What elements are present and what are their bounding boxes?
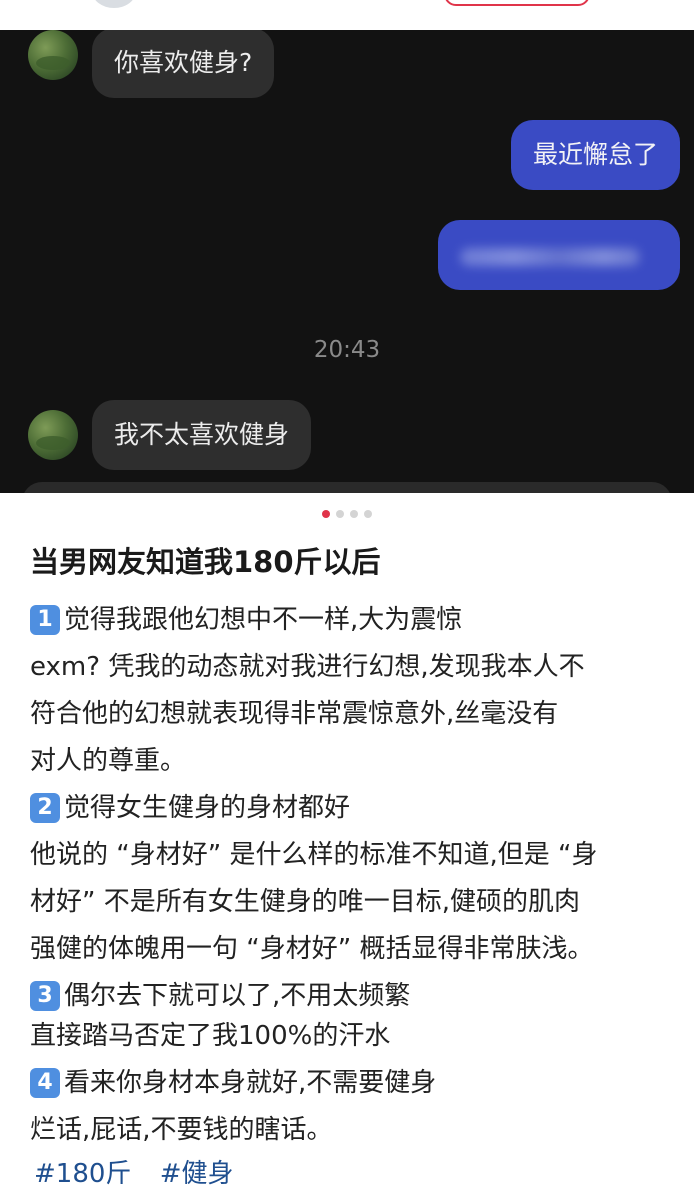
cropped-message-bubble [22,482,672,493]
chat-timestamp: 20:43 [313,337,381,363]
outgoing-message-bubble: 最近懈怠了 [510,120,680,190]
number-badge-icon: 4 [30,1068,60,1098]
point-heading-text: 看来你身材本身就好,不需要健身 [64,1068,437,1098]
incoming-message-bubble: 我不太喜欢健身 [92,400,312,470]
body-line: 他说的 “身材好” 是什么样的标准不知道,但是 “身 [30,840,598,870]
hashtag-link[interactable]: #健身 [160,1159,234,1189]
message-text: 你喜欢健身? [114,48,253,77]
hashtag-row: #180斤 #健身 [34,1154,253,1194]
point-heading: 2 觉得女生健身的身材都好 [30,788,350,828]
body-line: 符合他的幻想就表现得非常震惊意外,丝毫没有 [30,699,559,729]
contact-avatar [28,410,78,460]
post-page: 你喜欢健身? 最近懈怠了 20:43 我不太喜欢健身 当男网友知道我180斤以后… [0,0,694,1196]
carousel-indicator [0,510,694,518]
carousel-dot[interactable] [336,510,344,518]
number-badge-icon: 1 [30,605,60,635]
body-line: exm? 凭我的动态就对我进行幻想,发现我本人不 [30,652,585,682]
post-title: 当男网友知道我180斤以后 [30,545,381,579]
top-header-strip [0,0,694,30]
follow-button[interactable] [444,0,590,6]
body-line: 强健的体魄用一句 “身材好” 概括显得非常肤浅。 [30,934,594,964]
contact-avatar [28,30,78,80]
point-heading-text: 觉得我跟他幻想中不一样,大为震惊 [64,605,463,635]
carousel-dot[interactable] [364,510,372,518]
message-text: 最近懈怠了 [532,140,658,169]
chat-screenshot-image[interactable]: 你喜欢健身? 最近懈怠了 20:43 我不太喜欢健身 [0,30,694,493]
blurred-message-bubble [438,220,680,290]
number-badge-icon: 3 [30,981,60,1011]
hashtag-link[interactable]: #180斤 [34,1159,131,1189]
author-avatar[interactable] [92,0,136,8]
body-line: 对人的尊重。 [30,746,187,776]
body-line: 烂话,屁话,不要钱的瞎话。 [30,1115,333,1145]
carousel-dot-active[interactable] [322,510,330,518]
blurred-message-text [460,248,640,266]
incoming-message-bubble: 你喜欢健身? [92,30,275,98]
point-heading: 1 觉得我跟他幻想中不一样,大为震惊 [30,600,462,640]
point-heading: 3 偶尔去下就可以了,不用太频繁 [30,976,410,1016]
body-line: 材好” 不是所有女生健身的唯一目标,健硕的肌肉 [30,887,580,917]
carousel-dot[interactable] [350,510,358,518]
point-heading-text: 觉得女生健身的身材都好 [64,793,351,823]
number-badge-icon: 2 [30,793,60,823]
point-heading: 4 看来你身材本身就好,不需要健身 [30,1063,436,1103]
point-heading-text: 偶尔去下就可以了,不用太频繁 [64,981,411,1011]
message-text: 我不太喜欢健身 [114,420,290,449]
body-line: 直接踏马否定了我100%的汗水 [30,1021,391,1051]
